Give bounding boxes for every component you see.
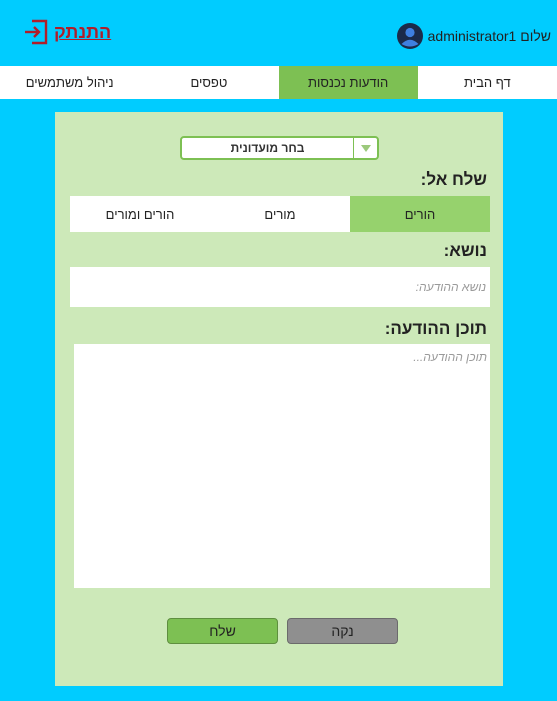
subject-input[interactable] (70, 267, 490, 307)
logout-label[interactable]: התנתק (54, 22, 111, 43)
nav-user-management[interactable]: ניהול משתמשים (0, 66, 139, 99)
recipient-parents-and-teachers[interactable]: הורים ומורים (70, 196, 210, 232)
header: שלום administrator1 התנתק (0, 0, 557, 66)
committee-select-value[interactable]: בחר מועדונית (182, 138, 353, 158)
recipient-selector: הורים מורים הורים ומורים (70, 196, 490, 232)
content-textarea[interactable] (74, 344, 490, 588)
username: administrator1 (427, 28, 517, 44)
committee-select[interactable]: בחר מועדונית (180, 136, 379, 160)
dropdown-arrow-icon[interactable] (353, 138, 377, 158)
user-greeting: שלום administrator1 (428, 28, 551, 44)
greeting-text: שלום (520, 28, 551, 44)
user-avatar-icon[interactable] (396, 22, 424, 50)
content-label: תוכן ההודעה: (384, 319, 487, 338)
send-button[interactable]: שלח (167, 618, 278, 644)
message-form-panel: בחר מועדונית שלח אל: הורים מורים הורים ו… (55, 112, 503, 686)
recipient-teachers[interactable]: מורים (210, 196, 350, 232)
main-nav: דף הבית הודעות נכנסות טפסים ניהול משתמשי… (0, 66, 557, 99)
logout-button[interactable]: התנתק (23, 19, 111, 45)
nav-incoming-messages[interactable]: הודעות נכנסות (278, 66, 418, 99)
send-to-label: שלח אל: (420, 170, 487, 189)
logout-icon (25, 19, 48, 45)
nav-home[interactable]: דף הבית (418, 66, 557, 99)
recipient-parents[interactable]: הורים (350, 196, 490, 232)
subject-label: נושא: (443, 241, 487, 260)
clear-button[interactable]: נקה (287, 618, 398, 644)
nav-forms[interactable]: טפסים (139, 66, 278, 99)
